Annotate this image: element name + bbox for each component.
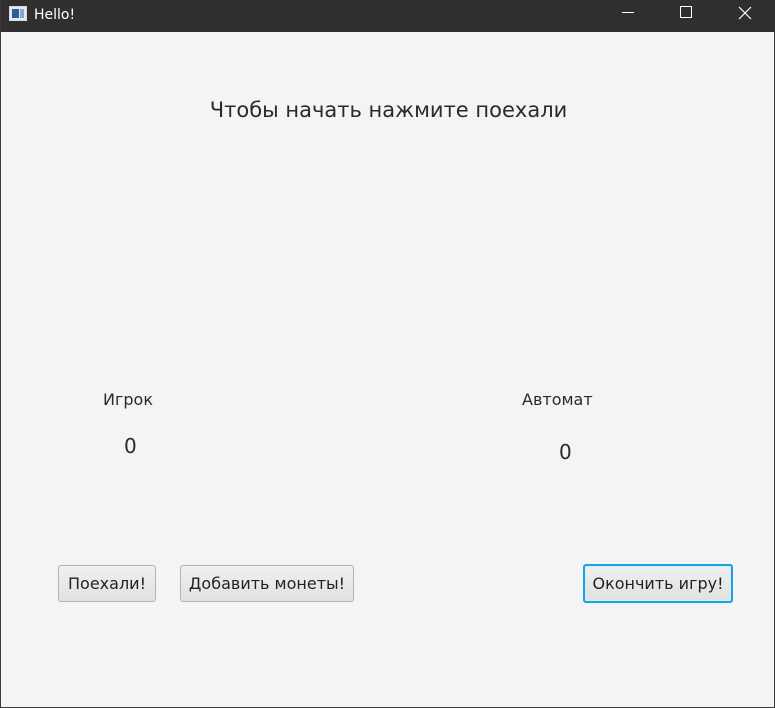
player-score: 0 <box>124 434 137 458</box>
app-window: Hello! Чтобы начать нажмите поехали Игро… <box>0 0 775 708</box>
main-content: Чтобы начать нажмите поехали Игрок 0 Авт… <box>1 32 775 708</box>
app-icon-pane-secondary <box>20 9 24 18</box>
end-game-button[interactable]: Окончить игру! <box>583 564 733 603</box>
instruction-text: Чтобы начать нажмите поехали <box>209 98 568 122</box>
app-icon-pane <box>12 9 19 18</box>
title-bar[interactable]: Hello! <box>1 0 775 32</box>
machine-label: Автомат <box>522 390 593 409</box>
close-icon <box>738 6 752 20</box>
app-icon <box>9 6 27 21</box>
maximize-button[interactable] <box>657 0 715 32</box>
maximize-icon <box>680 6 692 18</box>
window-title: Hello! <box>34 7 76 23</box>
close-button[interactable] <box>715 0 773 32</box>
minimize-icon <box>622 12 634 13</box>
start-button[interactable]: Поехали! <box>58 565 156 602</box>
player-label: Игрок <box>103 390 153 409</box>
add-coins-button[interactable]: Добавить монеты! <box>180 565 354 602</box>
minimize-button[interactable] <box>599 0 657 32</box>
machine-score: 0 <box>559 440 572 464</box>
